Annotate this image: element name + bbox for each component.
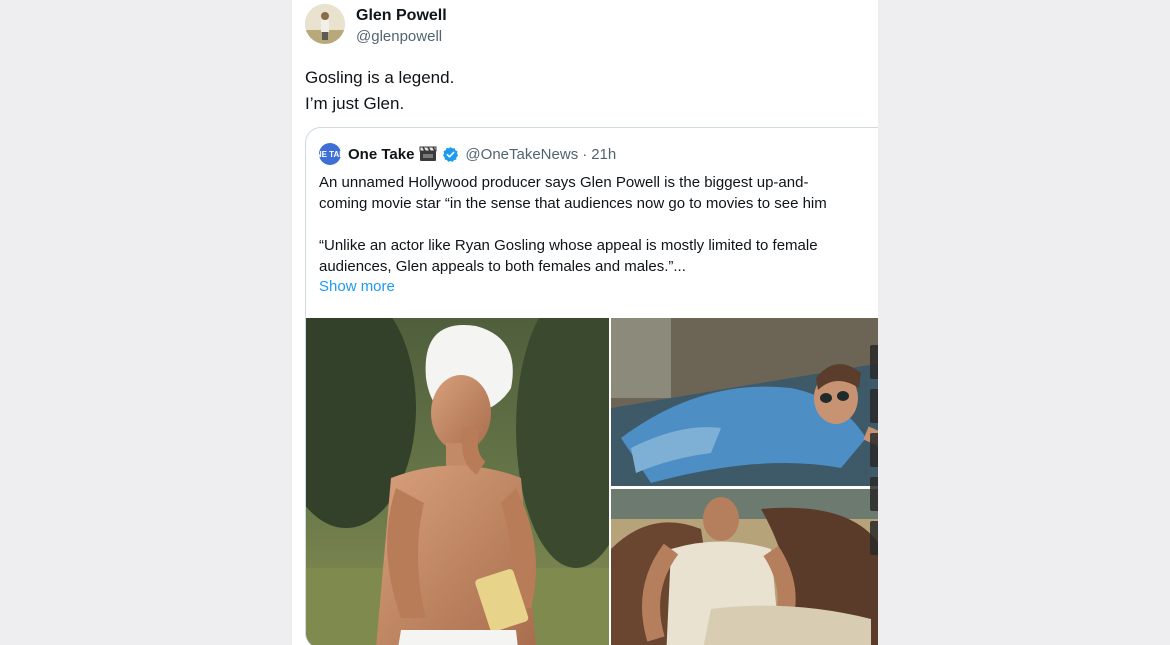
verified-badge-icon [442,146,459,163]
quoted-body: An unnamed Hollywood producer says Glen … [319,172,878,277]
quoted-tweet[interactable]: ONE TAKE One Take @OneTakeNews · 21h An … [305,127,878,645]
quoted-body-line: audiences, Glen appeals to both females … [319,258,686,275]
tweet-card: Glen Powell @glenpowell Gosling is a leg… [292,0,878,645]
show-more-link[interactable]: Show more [319,278,395,295]
author-handle[interactable]: @glenpowell [356,28,442,45]
side-control[interactable] [870,433,878,467]
clapperboard-icon [419,146,437,162]
tweet-text-line: Gosling is a legend. [305,68,455,87]
author-name[interactable]: Glen Powell [356,7,447,25]
side-control[interactable] [870,521,878,555]
quoted-handle[interactable]: @OneTakeNews [465,146,578,163]
separator-dot: · [582,145,588,163]
quoted-name[interactable]: One Take [348,146,414,163]
quoted-body-line: coming movie star “in the sense that aud… [319,195,827,212]
quoted-body-line: An unnamed Hollywood producer says Glen … [319,174,809,191]
side-control[interactable] [870,345,878,379]
photo-main[interactable] [306,318,609,645]
tweet-text: Gosling is a legend. I’m just Glen. [305,65,454,117]
tweet-text-line: I’m just Glen. [305,94,405,113]
photo-bottom-right[interactable] [611,489,878,645]
author-avatar[interactable] [305,4,345,44]
side-control[interactable] [870,477,878,511]
quoted-avatar[interactable]: ONE TAKE [310,143,350,165]
quoted-body-line: “Unlike an actor like Ryan Gosling whose… [319,237,818,254]
quoted-header: ONE TAKE One Take @OneTakeNews · 21h [310,143,616,165]
side-control[interactable] [870,389,878,423]
quoted-timestamp[interactable]: 21h [591,146,616,163]
side-control-strip [870,345,878,595]
media-grid [306,318,878,645]
photo-top-right[interactable] [611,318,878,486]
